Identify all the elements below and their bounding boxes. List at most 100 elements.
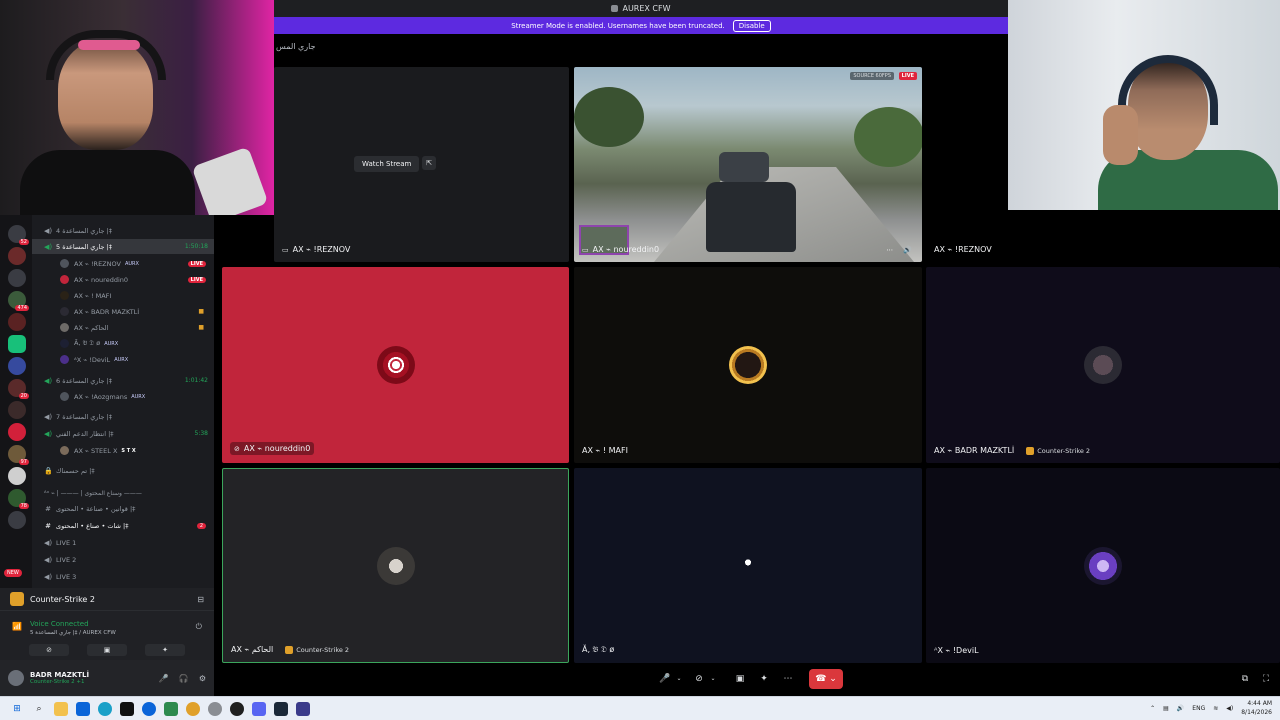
voice-member[interactable]: AX ⌁ الحاكم ■	[60, 320, 214, 335]
server-badge: 97	[18, 459, 29, 465]
server-icon[interactable]	[8, 357, 26, 375]
server-icon[interactable]: 52	[8, 225, 29, 245]
voice-member[interactable]: AX ⌁ !Aozgmans AURX	[60, 389, 214, 404]
app-icon[interactable]	[208, 702, 222, 716]
voice-channel[interactable]: ◀) انتظار الدعم الفني |‡ 5:38	[32, 426, 214, 441]
volume-icon[interactable]: 🔊	[903, 246, 912, 254]
voice-channel[interactable]: ◀) LIVE 2	[32, 552, 214, 567]
camera-off-icon[interactable]: ⊘	[692, 669, 706, 689]
server-icon[interactable]: 97	[8, 445, 29, 465]
more-options-icon[interactable]: ⋯	[886, 246, 893, 254]
server-icon[interactable]	[8, 335, 26, 353]
voice-member[interactable]: Ă‚ 𝔅 𝔇 ø AURX	[60, 336, 214, 351]
chevron-down-icon[interactable]: ⌄	[708, 669, 718, 689]
disconnect-icon[interactable]: ⏻	[196, 622, 202, 632]
language-indicator[interactable]: ENG	[1192, 705, 1205, 712]
voice-member[interactable]: ᴬX ⌁ !DeviL AURX	[60, 352, 214, 367]
app-icon[interactable]	[142, 702, 156, 716]
participant-label: AX ⌁ BADR MAZKTLİ Counter-Strike 2	[934, 446, 1090, 455]
activities-icon[interactable]: ✦	[757, 669, 771, 689]
store-icon[interactable]	[76, 702, 90, 716]
app-icon[interactable]	[120, 702, 134, 716]
voice-member[interactable]: AX ⌁ !REZNOV AURX LIVE	[60, 256, 214, 271]
voice-member[interactable]: AX ⌁ noureddin0 LIVE	[60, 272, 214, 287]
text-channel[interactable]: # شات • صناع • المحتوى |‡ 2	[32, 518, 214, 533]
video-tile[interactable]: Ă‚ 𝔅 𝔇 ø	[574, 468, 922, 663]
volume-icon[interactable]: ◀)	[1226, 705, 1233, 712]
text-channel-locked[interactable]: 🔒 تم حسمناك |‡	[32, 463, 214, 478]
app-icon[interactable]	[164, 702, 178, 716]
obs-icon[interactable]	[230, 702, 244, 716]
popout-icon[interactable]: ⧉	[1238, 669, 1252, 689]
speaker-icon[interactable]: 🔊	[1177, 705, 1184, 712]
more-options-icon[interactable]: ⋯	[781, 669, 795, 689]
app-icon[interactable]	[296, 702, 310, 716]
server-icon[interactable]	[8, 247, 26, 265]
settings-gear-icon[interactable]: ⚙	[199, 674, 206, 683]
video-tile[interactable]: Watch Stream ⇱ ▭ AX ⌁ !REZNOV	[274, 67, 569, 262]
banner-text: Streamer Mode is enabled. Usernames have…	[511, 21, 725, 30]
user-name: BADR MAZKTLİ	[30, 671, 90, 679]
microphone-icon[interactable]: 🎤	[658, 669, 672, 689]
screen-share-button[interactable]: ▣	[87, 644, 127, 656]
disable-streamer-mode-button[interactable]: Disable	[732, 19, 771, 32]
activity-options-icon[interactable]: ⊟	[197, 595, 204, 604]
channel-label: شات • صناع • المحتوى |‡	[56, 521, 129, 530]
chevron-down-icon[interactable]: ⌄	[674, 669, 684, 689]
server-icon[interactable]: 474	[8, 291, 29, 311]
windows-start-icon[interactable]: ⊞	[10, 702, 24, 716]
voice-member[interactable]: AX ⌁ ! MAFI	[60, 288, 214, 303]
server-icon[interactable]	[8, 269, 26, 287]
search-icon[interactable]: ⌕	[32, 702, 46, 716]
discord-icon[interactable]	[252, 702, 266, 716]
screen-share-icon[interactable]: ▣	[733, 669, 747, 689]
activity-bar[interactable]: Counter-Strike 2 ⊟	[0, 588, 214, 610]
watch-stream-button[interactable]: Watch Stream	[354, 156, 420, 172]
category-header[interactable]: ᴬˣ ⌁ | ——— | وسناع المحتوى ———	[32, 486, 214, 501]
server-badge: 52	[18, 239, 29, 245]
voice-channel[interactable]: ◀) LIVE 1	[32, 535, 214, 550]
window-titlebar: AUREX CFW	[274, 0, 1008, 17]
microphone-icon[interactable]: 🎤	[159, 674, 169, 683]
server-icon[interactable]	[8, 313, 26, 331]
file-explorer-icon[interactable]	[54, 702, 68, 716]
video-tile[interactable]: AX ⌁ ! MAFI	[574, 267, 922, 463]
steam-icon[interactable]	[274, 702, 288, 716]
server-icon[interactable]	[8, 423, 26, 441]
server-icon[interactable]	[8, 511, 26, 529]
activities-button[interactable]: ✦	[145, 644, 185, 656]
voice-channel-path[interactable]: جاري المساعدة 5 |‡ / AUREX CFW	[30, 630, 116, 636]
voice-channel[interactable]: ◀) جاري المساعدة 7 |‡	[32, 409, 214, 424]
voice-member[interactable]: AX ⌁ BADR MAZKTLİ ■	[60, 304, 214, 319]
server-icon[interactable]: 78	[8, 489, 29, 509]
voice-channel[interactable]: ◀) LIVE 3	[32, 569, 214, 584]
network-icon[interactable]: ▤	[1163, 705, 1169, 712]
clock[interactable]: 4:44 AM 8/14/2026	[1241, 699, 1272, 717]
voice-channel[interactable]: ◀) جاري المساعدة 4 |‡	[32, 223, 214, 238]
server-icon[interactable]: 20	[8, 379, 29, 399]
user-avatar[interactable]	[8, 670, 24, 686]
voice-status[interactable]: Voice Connected	[30, 620, 89, 628]
headphones-icon[interactable]: 🎧	[179, 674, 189, 683]
video-tile-speaking[interactable]: AX ⌁ الحاكم Counter-Strike 2	[222, 468, 569, 663]
video-tile[interactable]: ⊘ AX ⌁ noureddin0	[222, 267, 569, 463]
video-tile[interactable]: ᴬX ⌁ !DeviL	[926, 468, 1280, 663]
server-icon[interactable]	[8, 467, 26, 485]
chevron-up-icon[interactable]: ⌃	[1150, 705, 1155, 712]
voice-member[interactable]: AX ⌁ STEEL X S T X	[60, 443, 214, 458]
wifi-icon[interactable]: ≋	[1213, 705, 1218, 712]
video-tile[interactable]: AX ⌁ BADR MAZKTLİ Counter-Strike 2	[926, 267, 1280, 463]
hang-up-button[interactable]: ☎ ⌄	[809, 669, 843, 689]
chrome-icon[interactable]	[186, 702, 200, 716]
popout-icon[interactable]: ⇱	[422, 156, 436, 170]
camera-off-button[interactable]: ⊘	[29, 644, 69, 656]
stream-tile[interactable]: SOURCE 60FPS LIVE ▭ AX ⌁ noureddin0 ⋯ 🔊	[574, 67, 922, 262]
server-icon[interactable]	[8, 401, 26, 419]
server-tag: AURX	[124, 260, 139, 267]
edge-icon[interactable]	[98, 702, 112, 716]
text-channel[interactable]: # قوانين • صناعة • المحتوى |‡	[32, 501, 214, 516]
voice-channel-active[interactable]: ◀) جاري المساعدة 5 |‡ 1:50:18	[32, 239, 214, 254]
voice-channel[interactable]: ◀) جاري المساعدة 6 |‡ 1:01:42	[32, 373, 214, 388]
fullscreen-icon[interactable]: ⛶	[1259, 669, 1273, 689]
server-badge: 78	[18, 503, 29, 509]
